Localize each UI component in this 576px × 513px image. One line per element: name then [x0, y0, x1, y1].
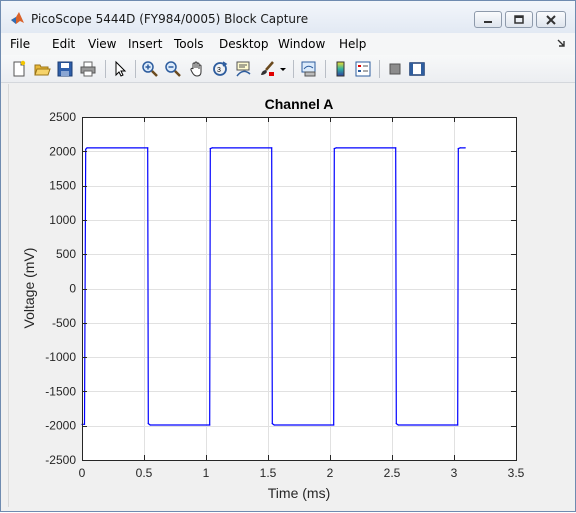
data-point — [271, 423, 273, 425]
data-point — [85, 148, 87, 150]
axes-background — [82, 117, 516, 460]
y-tick-label: 500 — [56, 247, 76, 261]
channel-a-plot[interactable]: 0 0.5 1 1.5 2 2.5 3 3.5 -2500 -2000 -1500 -1000 -500… — [1, 1, 576, 513]
data-point — [333, 424, 335, 426]
y-tick-label: 1500 — [49, 179, 76, 193]
x-axis-label: Time (ms) — [268, 485, 330, 501]
data-point — [211, 147, 213, 149]
data-point — [83, 423, 86, 425]
x-tick-label: 3 — [451, 466, 458, 480]
x-tick-label: 1 — [203, 466, 210, 480]
data-point — [397, 424, 399, 426]
y-tick-label: 2000 — [49, 144, 76, 158]
data-point — [147, 147, 149, 149]
y-tick-label: -2500 — [45, 453, 76, 467]
y-tick-label: 1000 — [49, 213, 76, 227]
data-point — [209, 424, 211, 426]
data-point — [271, 147, 273, 149]
y-tick-label: -500 — [52, 316, 76, 330]
data-point — [335, 147, 337, 149]
x-tick-label: 2 — [327, 466, 334, 480]
y-tick-label: -2000 — [45, 419, 76, 433]
y-tick-label: -1000 — [45, 350, 76, 364]
x-tick-label: 2.5 — [384, 466, 401, 480]
data-point — [86, 147, 88, 149]
y-tick-label: 0 — [69, 282, 76, 296]
data-point — [149, 424, 151, 426]
data-point — [147, 423, 149, 425]
x-tick-label: 3.5 — [508, 466, 525, 480]
y-tick-label: -1500 — [45, 384, 76, 398]
x-tick-label: 0.5 — [136, 466, 153, 480]
data-point — [457, 148, 459, 150]
chart-title: Channel A — [265, 96, 334, 112]
data-point — [273, 424, 275, 426]
data-point — [464, 147, 466, 149]
y-tick-label: 2500 — [49, 110, 76, 124]
data-point — [395, 423, 397, 425]
data-point — [209, 148, 211, 150]
x-tick-label: 1.5 — [260, 466, 277, 480]
app-window: PicoScope 5444D (FY984/0005) Block Captu… — [0, 0, 576, 512]
data-point — [459, 147, 461, 149]
data-point — [395, 147, 397, 149]
x-tick-label: 0 — [79, 466, 86, 480]
y-axis-label: Voltage (mV) — [21, 248, 37, 329]
data-point — [333, 148, 335, 150]
data-point — [457, 424, 459, 426]
